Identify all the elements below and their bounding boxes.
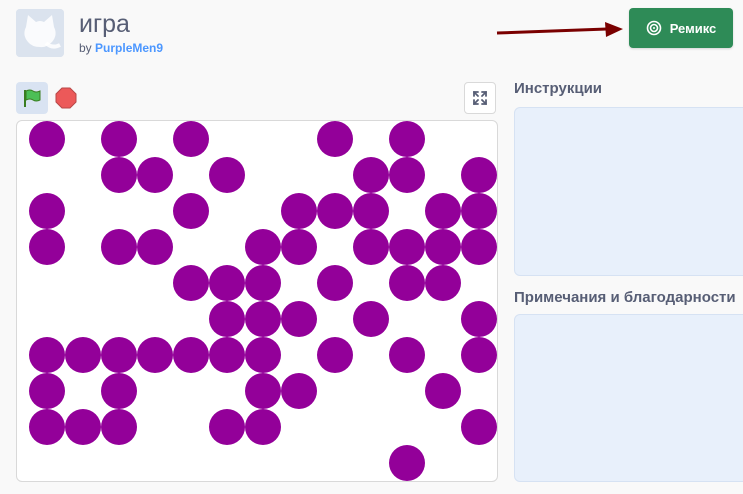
sprite-dot — [317, 337, 353, 373]
sprite-dot — [353, 193, 389, 229]
sprite-dot — [173, 121, 209, 157]
sprite-dot — [317, 193, 353, 229]
project-stage[interactable] — [16, 120, 498, 482]
sprite-dot — [245, 337, 281, 373]
remix-spiral-icon — [646, 20, 662, 36]
sprite-dot — [281, 229, 317, 265]
sprite-dot — [425, 265, 461, 301]
project-header: игра by PurpleMen9 Ремикс — [0, 0, 743, 70]
sprite-dot — [29, 229, 65, 265]
sprite-dot — [353, 157, 389, 193]
green-flag-icon — [24, 89, 41, 107]
sprite-dot — [245, 409, 281, 445]
sprite-dot — [317, 265, 353, 301]
sprite-dot — [389, 157, 425, 193]
sprite-dot — [209, 265, 245, 301]
notes-heading: Примечания и благодарности — [514, 289, 736, 306]
sprite-dot — [137, 157, 173, 193]
sprite-dot — [425, 193, 461, 229]
sprite-dot — [29, 193, 65, 229]
sprite-dot — [245, 229, 281, 265]
sprite-dot — [281, 373, 317, 409]
sprite-dot — [461, 229, 497, 265]
sprite-dot — [461, 409, 497, 445]
sprite-dot — [101, 409, 137, 445]
project-thumbnail[interactable] — [16, 9, 64, 57]
by-label: by — [79, 41, 92, 55]
player-controls — [16, 82, 78, 114]
green-flag-button[interactable] — [16, 82, 48, 114]
sprite-dot — [461, 193, 497, 229]
sprite-dot — [29, 337, 65, 373]
remix-label: Ремикс — [669, 20, 717, 36]
cat-logo-icon — [16, 9, 64, 57]
fullscreen-icon — [473, 91, 487, 105]
sprite-dot — [101, 157, 137, 193]
sprite-dot — [101, 373, 137, 409]
sprite-dot — [389, 229, 425, 265]
stage-canvas[interactable] — [17, 121, 498, 482]
sprite-dot — [245, 373, 281, 409]
sprite-dot — [173, 265, 209, 301]
sprite-dot — [65, 337, 101, 373]
sprite-dot — [425, 229, 461, 265]
sprite-dot — [353, 229, 389, 265]
sprite-dot — [173, 193, 209, 229]
sprite-dot — [209, 157, 245, 193]
sprite-dot — [245, 265, 281, 301]
sprite-dot — [425, 373, 461, 409]
author-link[interactable]: PurpleMen9 — [95, 41, 163, 55]
annotation-arrow-icon — [496, 22, 623, 37]
project-byline: by PurpleMen9 — [79, 41, 163, 55]
sprite-dot — [389, 337, 425, 373]
sprite-dot — [29, 121, 65, 157]
sprite-dot — [101, 337, 137, 373]
sprite-dot — [281, 301, 317, 337]
notes-textbox[interactable] — [514, 314, 743, 482]
sprite-dot — [389, 445, 425, 481]
sprite-dot — [317, 121, 353, 157]
sprite-dot — [353, 301, 389, 337]
fullscreen-button[interactable] — [464, 82, 496, 114]
sprite-dot — [389, 121, 425, 157]
sprite-dot — [29, 409, 65, 445]
sprite-dot — [461, 157, 497, 193]
sprite-dot — [101, 229, 137, 265]
sprite-dot — [389, 265, 425, 301]
sprite-dot — [209, 409, 245, 445]
sprite-dot — [209, 301, 245, 337]
sprite-dot — [101, 121, 137, 157]
stop-button[interactable] — [54, 82, 78, 114]
sprite-dot — [173, 337, 209, 373]
sprite-dot — [29, 373, 65, 409]
sprite-dot — [281, 193, 317, 229]
stop-sign-icon — [55, 87, 77, 109]
sprite-dot — [245, 301, 281, 337]
sprite-dot — [65, 409, 101, 445]
sprite-dot — [209, 337, 245, 373]
remix-button[interactable]: Ремикс — [629, 8, 733, 48]
sprite-dot — [461, 337, 497, 373]
instructions-heading: Инструкции — [514, 80, 603, 97]
sprite-dot — [137, 229, 173, 265]
instructions-textbox[interactable] — [514, 107, 743, 276]
project-title: игра — [79, 10, 130, 38]
sprite-dot — [461, 301, 497, 337]
sprite-dot — [137, 337, 173, 373]
